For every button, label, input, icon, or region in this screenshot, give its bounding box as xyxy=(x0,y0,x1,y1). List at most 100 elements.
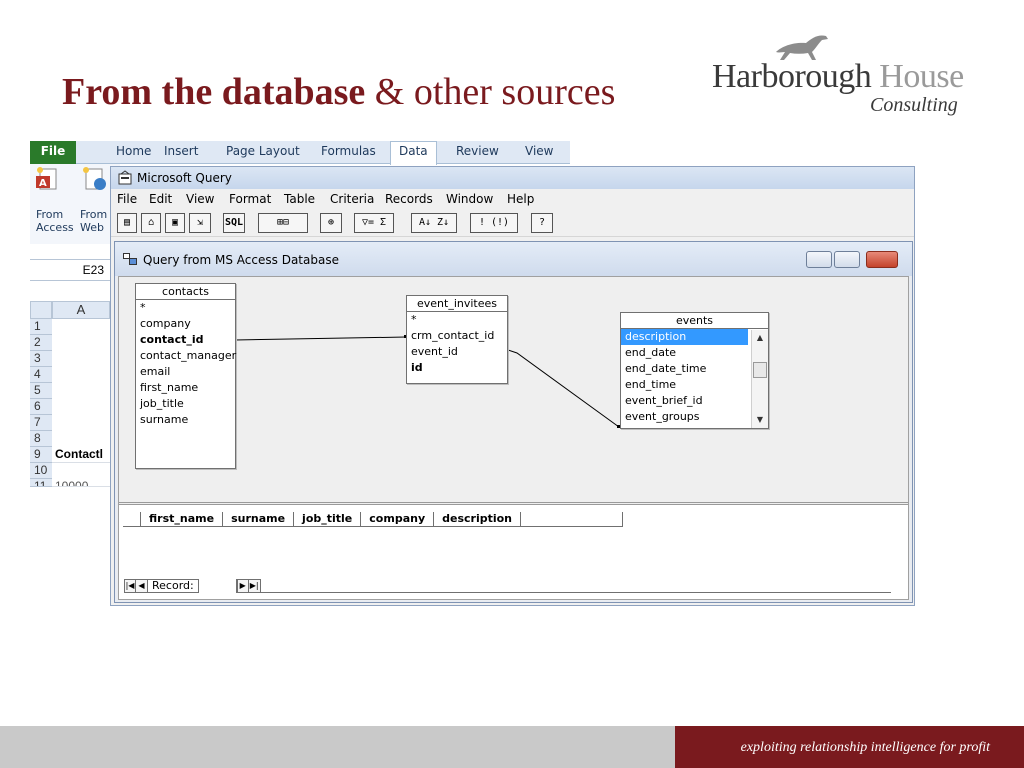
row-header[interactable]: 2 xyxy=(30,335,52,351)
from-web-label[interactable]: From Web xyxy=(80,208,107,234)
menu-records[interactable]: Records xyxy=(385,192,433,206)
table-event-invitees[interactable]: event_invitees * crm_contact_id event_id… xyxy=(406,295,508,384)
from-access-label[interactable]: From Access xyxy=(36,208,74,234)
field-item[interactable]: end_date xyxy=(621,345,768,361)
field-item[interactable]: contact_manager xyxy=(136,348,236,364)
web-query-icon[interactable] xyxy=(80,166,108,192)
row-header[interactable]: 9 xyxy=(30,447,52,463)
events-scrollbar[interactable]: ▲ ▼ xyxy=(751,330,768,428)
table-header[interactable]: events xyxy=(621,313,768,329)
cell-a11[interactable]: 10000 xyxy=(52,479,110,487)
tab-file[interactable]: File xyxy=(30,141,76,164)
table-header[interactable]: contacts xyxy=(136,284,235,300)
ms-query-app-icon xyxy=(118,170,132,185)
tab-page-layout[interactable]: Page Layout xyxy=(226,144,300,158)
column-header-a[interactable]: A xyxy=(52,301,110,319)
query-now-icon[interactable]: ! (!) xyxy=(470,213,518,233)
select-all-corner[interactable] xyxy=(30,301,52,319)
menu-help[interactable]: Help xyxy=(507,192,534,206)
menu-table[interactable]: Table xyxy=(284,192,315,206)
menu-edit[interactable]: Edit xyxy=(149,192,172,206)
table-events[interactable]: events description end_date end_date_tim… xyxy=(620,312,769,429)
menu-format[interactable]: Format xyxy=(229,192,271,206)
tab-data[interactable]: Data xyxy=(390,141,437,165)
field-item[interactable]: crm_contact_id xyxy=(407,328,507,344)
empty-column-header[interactable] xyxy=(521,512,624,527)
table-header[interactable]: event_invitees xyxy=(407,296,507,312)
help-icon[interactable]: ? xyxy=(531,213,553,233)
tab-insert[interactable]: Insert xyxy=(164,144,198,158)
close-button[interactable] xyxy=(866,251,898,268)
scroll-up-icon[interactable]: ▲ xyxy=(752,330,768,346)
field-item[interactable]: end_date_time xyxy=(621,361,768,377)
column-header[interactable]: job_title xyxy=(294,512,362,527)
prev-record-icon[interactable]: ◀ xyxy=(136,578,148,593)
slide-title-bold: From the database xyxy=(62,71,366,113)
add-tables-icon[interactable]: ⊕ xyxy=(320,213,342,233)
tab-review[interactable]: Review xyxy=(456,144,499,158)
query-window-titlebar[interactable]: Query from MS Access Database xyxy=(115,242,912,276)
column-header[interactable]: surname xyxy=(223,512,295,527)
sql-icon[interactable]: SQL xyxy=(223,213,245,233)
minimize-button[interactable] xyxy=(806,251,832,268)
field-item[interactable]: event_groups xyxy=(621,409,768,425)
query-window-title: Query from MS Access Database xyxy=(143,253,339,267)
save-query-icon[interactable]: ▣ xyxy=(165,213,185,233)
menu-file[interactable]: File xyxy=(117,192,137,206)
tab-home[interactable]: Home xyxy=(116,144,151,158)
tab-formulas[interactable]: Formulas xyxy=(321,144,376,158)
show-tables-criteria-icon[interactable]: ⊞⊟ xyxy=(258,213,308,233)
row-header[interactable]: 5 xyxy=(30,383,52,399)
ms-query-title: Microsoft Query xyxy=(137,171,232,185)
last-record-icon[interactable]: ▶| xyxy=(248,578,261,593)
field-item[interactable]: * xyxy=(407,312,507,328)
next-record-icon[interactable]: ▶ xyxy=(236,578,249,593)
return-data-icon[interactable]: ⇲ xyxy=(189,213,211,233)
row-header[interactable]: 7 xyxy=(30,415,52,431)
field-item[interactable]: event_brief_id xyxy=(621,393,768,409)
field-item[interactable]: id xyxy=(407,360,507,376)
horizontal-scrollbar[interactable] xyxy=(260,579,891,593)
open-query-icon[interactable]: ⌂ xyxy=(141,213,161,233)
field-item[interactable]: surname xyxy=(136,412,235,428)
column-header[interactable]: description xyxy=(434,512,522,527)
ms-query-titlebar[interactable]: Microsoft Query xyxy=(111,167,914,189)
row-header[interactable]: 4 xyxy=(30,367,52,383)
access-database-icon[interactable]: A xyxy=(34,166,62,192)
menu-criteria[interactable]: Criteria xyxy=(330,192,374,206)
tab-view[interactable]: View xyxy=(525,144,553,158)
row-header[interactable]: 10 xyxy=(30,463,52,479)
row-header[interactable]: 3 xyxy=(30,351,52,367)
row-selector-header[interactable] xyxy=(123,512,141,527)
column-header[interactable]: company xyxy=(361,512,435,527)
criteria-equals-icon[interactable]: ▽= Σ xyxy=(354,213,394,233)
scroll-thumb[interactable] xyxy=(753,362,767,378)
cell-a9[interactable]: Contactl xyxy=(52,447,110,463)
table-contacts[interactable]: contacts * company contact_id contact_ma… xyxy=(135,283,236,469)
field-item[interactable]: end_time xyxy=(621,377,768,393)
field-item[interactable]: contact_id xyxy=(136,332,235,348)
menu-window[interactable]: Window xyxy=(446,192,493,206)
field-item[interactable]: first_name xyxy=(136,380,235,396)
field-item-selected[interactable]: description xyxy=(621,329,748,345)
field-item[interactable]: * xyxy=(136,300,235,316)
first-record-icon[interactable]: |◀ xyxy=(124,578,136,593)
new-query-icon[interactable]: ▤ xyxy=(117,213,137,233)
field-item[interactable]: company xyxy=(136,316,235,332)
field-item[interactable]: event_id xyxy=(407,344,507,360)
menu-view[interactable]: View xyxy=(186,192,214,206)
row-header[interactable]: 11 xyxy=(30,479,52,487)
restore-button[interactable] xyxy=(834,251,860,268)
field-item[interactable]: email xyxy=(136,364,235,380)
record-number-input[interactable] xyxy=(199,578,237,593)
query-window: Query from MS Access Database contacts * xyxy=(114,241,913,603)
sort-icon[interactable]: A↓ Z↓ xyxy=(411,213,457,233)
field-item[interactable]: job_title xyxy=(136,396,235,412)
column-header[interactable]: first_name xyxy=(141,512,224,527)
name-box[interactable]: E23 xyxy=(30,259,110,281)
row-header[interactable]: 6 xyxy=(30,399,52,415)
row-header[interactable]: 1 xyxy=(30,319,52,335)
logo-subtitle: Consulting xyxy=(870,94,958,116)
row-header[interactable]: 8 xyxy=(30,431,52,447)
scroll-down-icon[interactable]: ▼ xyxy=(752,412,768,428)
